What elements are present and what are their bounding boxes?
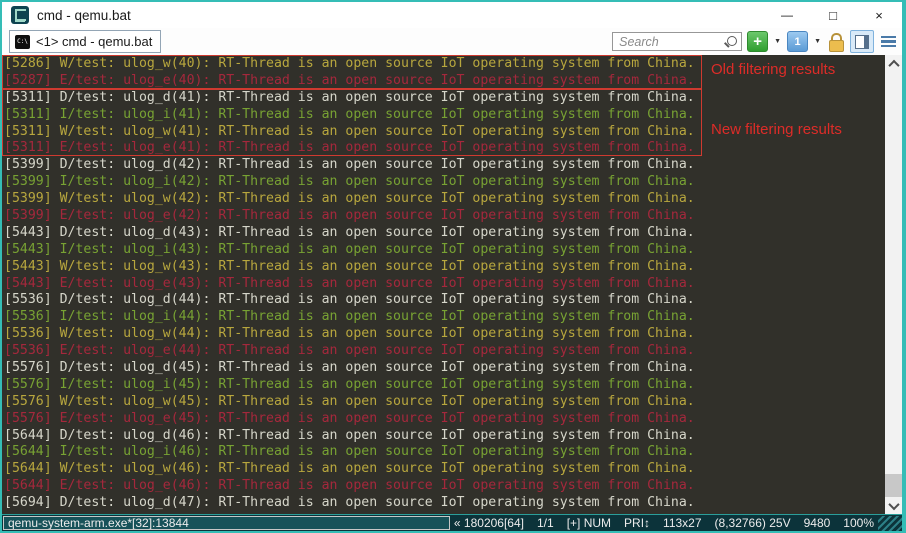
status-segment: [+] NUM xyxy=(567,516,611,530)
lock-button[interactable] xyxy=(827,32,845,51)
title-bar: cmd - qemu.bat — □ × xyxy=(2,2,902,28)
status-segment: 1/1 xyxy=(537,516,554,530)
status-segment: (8,32766) 25V xyxy=(715,516,791,530)
terminal-line: [5644] W/test: ulog_w(46): RT-Thread is … xyxy=(4,461,887,478)
status-segment: 100% xyxy=(843,516,874,530)
new-console-button[interactable]: + xyxy=(747,31,768,52)
chevron-up-icon xyxy=(888,59,899,70)
tab-label: <1> cmd - qemu.bat xyxy=(36,34,152,49)
terminal-line: [5399] D/test: ulog_d(42): RT-Thread is … xyxy=(4,157,887,174)
tab-cmd[interactable]: C:\ <1> cmd - qemu.bat xyxy=(9,30,161,53)
window-title: cmd - qemu.bat xyxy=(37,8,131,23)
terminal-line: [5536] D/test: ulog_d(44): RT-Thread is … xyxy=(4,292,887,309)
menu-button[interactable] xyxy=(879,32,897,51)
status-segment: 9480 xyxy=(804,516,831,530)
new-console-dropdown-icon[interactable]: ▼ xyxy=(773,38,782,45)
terminal-line: [5644] E/test: ulog_e(46): RT-Thread is … xyxy=(4,478,887,495)
terminal-line: [5311] D/test: ulog_d(41): RT-Thread is … xyxy=(4,90,887,107)
hamburger-icon xyxy=(881,36,896,39)
maximize-button[interactable]: □ xyxy=(810,2,856,28)
terminal-line: [5576] D/test: ulog_d(45): RT-Thread is … xyxy=(4,360,887,377)
scrollbar-thumb[interactable] xyxy=(885,474,902,497)
vertical-scrollbar[interactable] xyxy=(885,55,902,514)
scroll-up-button[interactable] xyxy=(885,55,902,72)
tab-toolbar: + ▼ 1 ▼ xyxy=(612,30,902,53)
terminal-line: [5536] W/test: ulog_w(44): RT-Thread is … xyxy=(4,326,887,343)
caption-buttons: — □ × xyxy=(764,2,902,28)
terminal-line: [5443] W/test: ulog_w(43): RT-Thread is … xyxy=(4,259,887,276)
status-segment: « 180206[64] xyxy=(454,516,524,530)
terminal-line: [5576] W/test: ulog_w(45): RT-Thread is … xyxy=(4,394,887,411)
terminal-line: [5644] D/test: ulog_d(46): RT-Thread is … xyxy=(4,428,887,445)
terminal-line: [5576] E/test: ulog_e(45): RT-Thread is … xyxy=(4,411,887,428)
terminal-line: [5399] W/test: ulog_w(42): RT-Thread is … xyxy=(4,191,887,208)
terminal-line: [5536] I/test: ulog_i(44): RT-Thread is … xyxy=(4,309,887,326)
terminal-line: [5311] E/test: ulog_e(41): RT-Thread is … xyxy=(4,140,887,157)
terminal-line: [5536] E/test: ulog_e(44): RT-Thread is … xyxy=(4,343,887,360)
terminal-line: [5443] D/test: ulog_d(43): RT-Thread is … xyxy=(4,225,887,242)
sidebar-toggle-button[interactable] xyxy=(850,30,874,53)
sidebar-panel-icon xyxy=(855,35,869,49)
search-box xyxy=(612,32,742,51)
terminal-line: [5399] I/test: ulog_i(42): RT-Thread is … xyxy=(4,174,887,191)
status-segments: « 180206[64] 1/1 [+] NUM PRI↕ 113x27 (8,32766… xyxy=(454,516,902,530)
terminal-line: [5576] I/test: ulog_i(45): RT-Thread is … xyxy=(4,377,887,394)
window-number-button[interactable]: 1 xyxy=(787,31,808,52)
terminal-line: [5694] D/test: ulog_d(47): RT-Thread is … xyxy=(4,495,887,512)
new-results-annotation-label: New filtering results xyxy=(711,121,842,138)
minimize-button[interactable]: — xyxy=(764,2,810,28)
conemu-logo-icon xyxy=(11,6,29,24)
status-segment: 113x27 xyxy=(663,516,701,530)
old-results-annotation-label: Old filtering results xyxy=(711,61,835,78)
resize-grip-icon[interactable] xyxy=(878,516,902,531)
terminal-line: [5399] E/test: ulog_e(42): RT-Thread is … xyxy=(4,208,887,225)
conemu-window: cmd - qemu.bat — □ × C:\ <1> cmd - qemu.… xyxy=(0,0,906,533)
process-name: qemu-system-arm.exe*[32]:13844 xyxy=(3,516,450,530)
terminal-line: [5644] I/test: ulog_i(46): RT-Thread is … xyxy=(4,444,887,461)
close-button[interactable]: × xyxy=(856,2,902,28)
chevron-down-icon xyxy=(888,498,899,509)
terminal-line: [5443] E/test: ulog_e(43): RT-Thread is … xyxy=(4,276,887,293)
scroll-down-button[interactable] xyxy=(885,497,902,514)
terminal-output: [5286] W/test: ulog_w(40): RT-Thread is … xyxy=(2,55,902,514)
status-bar: qemu-system-arm.exe*[32]:13844 « 180206[… xyxy=(2,514,902,531)
window-dropdown-icon[interactable]: ▼ xyxy=(813,38,822,45)
title-left: cmd - qemu.bat xyxy=(2,6,764,24)
status-segment: PRI↕ xyxy=(624,516,650,530)
search-input[interactable] xyxy=(612,32,742,51)
terminal-line: [5443] I/test: ulog_i(43): RT-Thread is … xyxy=(4,242,887,259)
cmd-icon: C:\ xyxy=(15,35,30,49)
tab-bar: C:\ <1> cmd - qemu.bat + ▼ 1 ▼ xyxy=(2,28,902,55)
